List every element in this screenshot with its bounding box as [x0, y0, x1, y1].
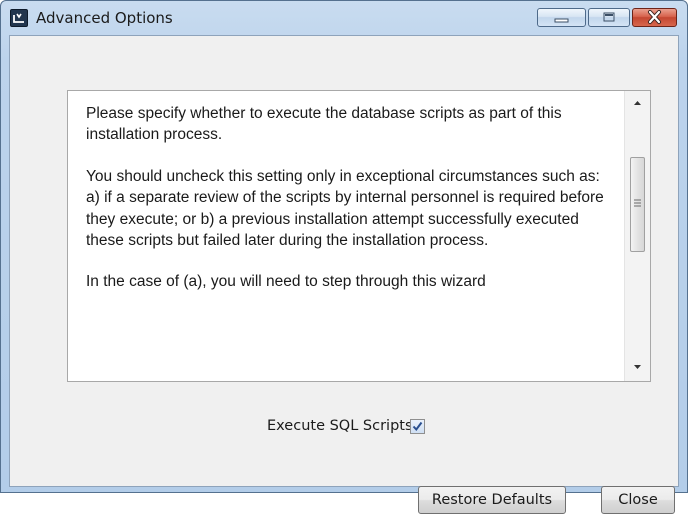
scroll-thumb[interactable] — [630, 157, 645, 252]
close-window-button[interactable] — [632, 8, 677, 27]
minimize-icon — [554, 18, 569, 23]
scroll-up-arrow-icon[interactable] — [629, 95, 646, 112]
scroll-down-arrow-icon[interactable] — [629, 358, 646, 375]
info-paragraph: Please specify whether to execute the da… — [86, 105, 562, 144]
execute-sql-label: Execute SQL Scripts? — [267, 418, 421, 434]
checkmark-icon — [412, 421, 423, 432]
execute-sql-checkbox[interactable] — [410, 419, 425, 434]
maximize-button[interactable] — [588, 8, 630, 27]
info-text-box[interactable]: Please specify whether to execute the da… — [67, 90, 651, 382]
close-icon — [648, 10, 661, 24]
info-paragraph: In the case of (a), you will need to ste… — [86, 273, 486, 291]
dialog-window: Advanced Options Please specify whether … — [0, 0, 688, 514]
info-text: Please specify whether to execute the da… — [86, 103, 614, 313]
info-paragraph: You should uncheck this setting only in … — [86, 167, 604, 250]
restore-defaults-button[interactable]: Restore Defaults — [418, 486, 566, 514]
title-bar[interactable]: Advanced Options — [1, 1, 687, 35]
dialog-body: Please specify whether to execute the da… — [9, 35, 679, 514]
app-logo-icon — [10, 9, 28, 27]
close-button[interactable]: Close — [601, 486, 675, 514]
maximize-icon — [603, 12, 615, 22]
vertical-scrollbar[interactable] — [624, 91, 650, 381]
grip-icon — [634, 199, 641, 207]
window-title: Advanced Options — [36, 9, 173, 27]
minimize-button[interactable] — [537, 8, 586, 27]
